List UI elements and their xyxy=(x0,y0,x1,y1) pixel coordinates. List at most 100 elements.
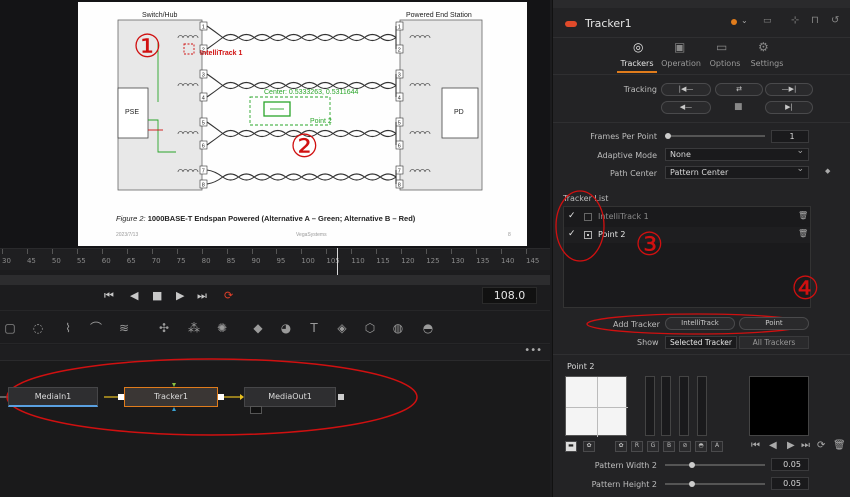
channel-r-button[interactable]: R xyxy=(631,441,643,452)
play-reverse-icon[interactable]: ◀ xyxy=(130,289,138,302)
loop-icon[interactable]: ⟳ xyxy=(224,289,233,302)
stop-tracking-icon[interactable]: ■ xyxy=(734,102,743,112)
go-to-end-icon[interactable]: ⏭ xyxy=(197,289,207,303)
timeline-tick-label: 65 xyxy=(126,257,136,265)
channel-b-button[interactable]: B xyxy=(663,441,675,452)
play-forward-small-icon[interactable]: ▶ xyxy=(787,440,795,451)
channel-a-button[interactable]: A xyxy=(711,441,723,452)
stop-icon[interactable]: ■ xyxy=(152,289,162,302)
color-icon[interactable]: ✿ xyxy=(583,441,595,452)
timeline-tick-label: 140 xyxy=(501,257,515,265)
paint-icon[interactable]: ≋ xyxy=(116,320,132,336)
adaptive-mode-label: Adaptive Mode xyxy=(597,151,657,160)
path-center-select[interactable]: Pattern Center xyxy=(665,164,809,179)
tracker-visible-box-1[interactable] xyxy=(584,213,592,221)
current-frame[interactable]: 108.0 xyxy=(482,287,537,304)
display-mode-icon[interactable]: ▬ xyxy=(565,441,577,452)
viewer-panel[interactable]: 12345678 12345678 Switch/Hub Powered End… xyxy=(0,0,550,248)
versions-icon[interactable]: ▭ xyxy=(763,16,772,26)
luminance-icon[interactable]: ◓ xyxy=(695,441,707,452)
tracker-row-point[interactable]: ✓ Point 2 🗑 xyxy=(564,227,810,243)
tab-operation[interactable]: Operation xyxy=(657,59,705,68)
track-both-button[interactable]: ⇄ xyxy=(715,83,763,96)
bspline-mask-icon[interactable]: ⌒ xyxy=(88,320,104,336)
tracker-enable-check-1[interactable]: ✓ xyxy=(568,211,576,221)
pin-icon[interactable]: ⊹ xyxy=(791,15,799,26)
pattern-width-knob[interactable] xyxy=(689,462,695,468)
frames-per-point-field[interactable]: 1 xyxy=(771,130,809,143)
node-tracker1[interactable]: Tracker1 xyxy=(124,387,218,407)
delete-tracker-icon-2[interactable]: 🗑 xyxy=(798,229,808,238)
tab-trackers[interactable]: Trackers xyxy=(615,59,659,68)
settings-tab-icon[interactable]: ⚙ xyxy=(758,40,769,54)
timeline-tick xyxy=(351,249,353,254)
tracker-list-label: Tracker List xyxy=(563,194,609,203)
timeline-ruler[interactable]: 30 45 50 55 60 65 70 75 80 85 90 95 100 105 110 115 120 1… xyxy=(0,248,550,270)
options-tab-icon[interactable]: ▭ xyxy=(716,40,727,54)
node-color-icon[interactable] xyxy=(731,19,737,25)
track-forward-button[interactable]: —▶| xyxy=(765,83,813,96)
color-channels-icon[interactable]: ✿ xyxy=(615,441,627,452)
step-back-icon[interactable]: ⏮ xyxy=(751,440,760,451)
delete-tracker-icon-1[interactable]: 🗑 xyxy=(798,211,808,220)
track-forward-from-current-button[interactable]: ▶| xyxy=(765,101,813,114)
step-forward-icon[interactable]: ⏭ xyxy=(801,440,810,451)
node-mediaout1[interactable]: MediaOut1 xyxy=(244,387,336,407)
tab-settings[interactable]: Settings xyxy=(745,59,789,68)
play-reverse-small-icon[interactable]: ◀ xyxy=(769,440,777,451)
node-mediain1[interactable]: MediaIn1 xyxy=(8,387,98,407)
tracker-row-intellitrack[interactable]: ✓ IntelliTrack 1 🗑 xyxy=(564,209,810,225)
pattern-width-slider[interactable] xyxy=(665,462,765,468)
loop-small-icon[interactable]: ⟳ xyxy=(817,440,825,451)
spotlight-icon[interactable]: ◓ xyxy=(420,320,436,336)
timeline-tick-label: 75 xyxy=(176,257,186,265)
go-to-start-icon[interactable]: ⏮ xyxy=(104,289,114,303)
tracker-list[interactable]: ✓ IntelliTrack 1 🗑 ✓ Point 2 🗑 xyxy=(563,206,811,308)
node-color-dropdown-icon[interactable]: ⌄ xyxy=(741,16,748,25)
text-3d-icon[interactable]: T xyxy=(306,320,322,336)
show-all-trackers[interactable]: All Trackers xyxy=(739,336,809,349)
pattern-preview[interactable] xyxy=(565,376,628,437)
lock-icon[interactable]: ⊓ xyxy=(811,15,819,26)
add-point-button[interactable]: Point xyxy=(739,317,809,330)
ellipse-mask-icon[interactable]: ◌ xyxy=(30,320,46,336)
play-icon[interactable]: ▶ xyxy=(176,289,184,302)
polygon-mask-icon[interactable]: ⌇ xyxy=(60,320,76,336)
tab-options[interactable]: Options xyxy=(703,59,747,68)
tracker-output-port[interactable] xyxy=(218,394,224,400)
tracker-enable-check-2[interactable]: ✓ xyxy=(568,229,576,239)
keyframe-diamond-icon[interactable]: ◆ xyxy=(825,167,830,175)
operation-tab-icon[interactable]: ▣ xyxy=(674,40,685,54)
particle-icon[interactable]: ✣ xyxy=(156,320,172,336)
image-plane-icon[interactable]: ◆ xyxy=(250,320,266,336)
timeline-scrub-bar[interactable] xyxy=(0,275,550,285)
mediaout-output-port[interactable] xyxy=(338,394,344,400)
add-intellitrack-button[interactable]: IntelliTrack xyxy=(665,317,735,330)
pattern-height-slider[interactable] xyxy=(665,481,765,487)
trackers-tab-icon[interactable]: ◎ xyxy=(633,40,643,54)
playhead[interactable] xyxy=(337,248,338,276)
particle-render-icon[interactable]: ✺ xyxy=(214,320,230,336)
particle-emitter-icon[interactable]: ⁂ xyxy=(186,320,202,336)
camera-3d-icon[interactable]: ⬡ xyxy=(362,320,378,336)
renderer-3d-icon[interactable]: ◍ xyxy=(390,320,406,336)
reset-icon[interactable]: ↺ xyxy=(831,15,839,26)
shape-3d-icon[interactable]: ◕ xyxy=(278,320,294,336)
channel-g-button[interactable]: G xyxy=(647,441,659,452)
tracker-visible-box-2[interactable] xyxy=(584,231,592,239)
pattern-height-field[interactable]: 0.05 xyxy=(771,477,809,490)
track-reverse-from-current-button[interactable]: ◀— xyxy=(661,101,711,114)
track-reverse-button[interactable]: |◀— xyxy=(661,83,711,96)
adaptive-mode-select[interactable]: None xyxy=(665,146,809,161)
frames-per-point-slider[interactable] xyxy=(665,133,765,139)
stop-icon-small[interactable]: ⊘ xyxy=(679,441,691,452)
rectangle-mask-icon[interactable]: ▢ xyxy=(2,320,18,336)
pattern-width-field[interactable]: 0.05 xyxy=(771,458,809,471)
node-toggle-icon[interactable] xyxy=(565,21,577,27)
merge-3d-icon[interactable]: ◈ xyxy=(334,320,350,336)
pattern-height-knob[interactable] xyxy=(689,481,695,487)
show-selected-tracker[interactable]: Selected Tracker xyxy=(665,336,737,349)
delete-icon[interactable]: 🗑 xyxy=(833,440,846,451)
tracker-input-port[interactable] xyxy=(118,394,124,400)
frames-per-point-knob[interactable] xyxy=(665,133,671,139)
